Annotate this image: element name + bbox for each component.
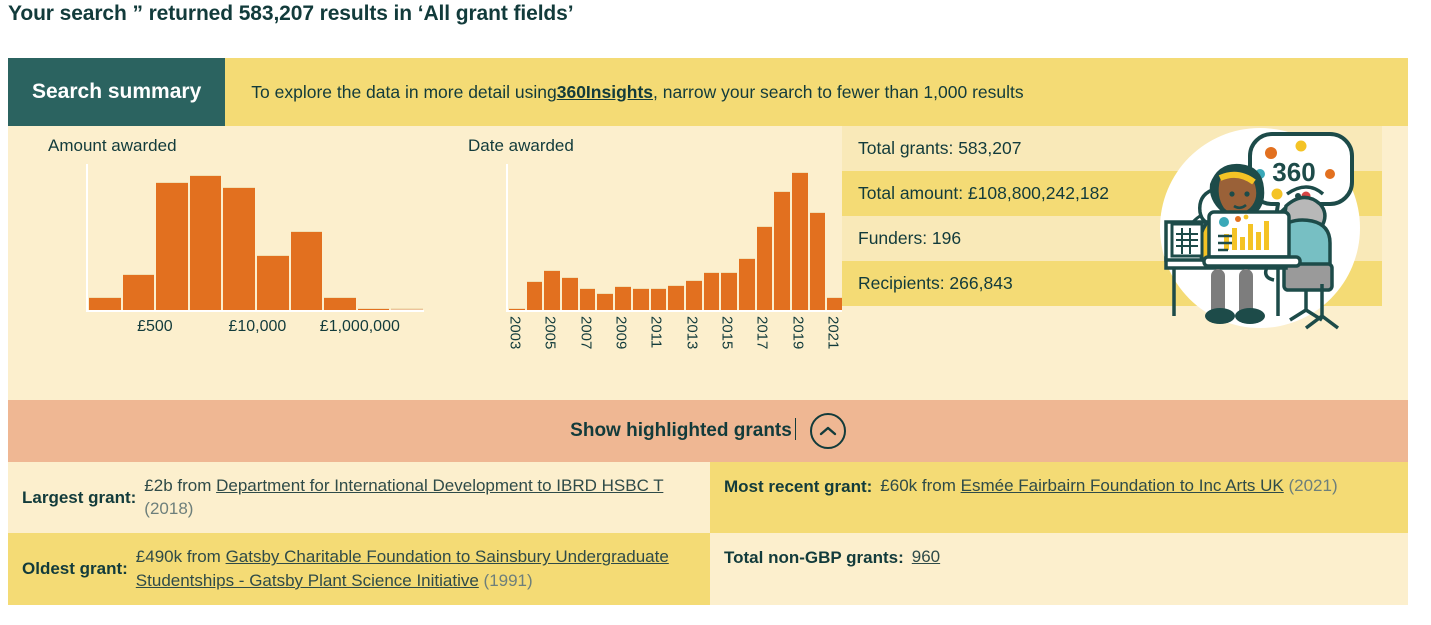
x-tick-label: 2019: [789, 316, 807, 350]
oldest-grant-label: Oldest grant:: [22, 559, 128, 579]
bar[interactable]: [668, 284, 684, 310]
most-recent-grant-cell: Most recent grant: £60k from Esmée Fairb…: [710, 462, 1408, 533]
most-recent-grant-link[interactable]: Esmée Fairbairn Foundation to Inc Arts U…: [961, 476, 1284, 495]
bar[interactable]: [774, 190, 790, 310]
chart-amount-title: Amount awarded: [48, 136, 177, 155]
chart-date-title: Date awarded: [468, 136, 574, 155]
tab-search-summary[interactable]: Search summary: [8, 58, 226, 126]
charts-row: Amount awarded £500 £10,000 £1,000,000 Dat…: [8, 126, 1408, 400]
search-summary-panel: Search summary To explore the data in mo…: [8, 58, 1408, 605]
x-tick-label: 2007: [577, 316, 595, 350]
x-tick-label: 2013: [683, 316, 701, 350]
bar[interactable]: [357, 308, 390, 310]
largest-grant-cell: Largest grant: £2b from Department for I…: [8, 462, 710, 533]
laptop-icon: [1202, 210, 1302, 268]
x-tick-label: 2017: [753, 316, 771, 350]
bar[interactable]: [827, 297, 844, 310]
most-recent-grant-label: Most recent grant:: [724, 477, 873, 496]
bar[interactable]: [544, 270, 561, 310]
oldest-grant-value: £490k from Gatsby Charitable Foundation …: [136, 545, 700, 592]
bar[interactable]: [597, 292, 614, 310]
panel-header: Search summary To explore the data in mo…: [8, 58, 1408, 126]
chart-date-plot[interactable]: [506, 164, 844, 312]
x-tick-label: £10,000: [228, 318, 287, 335]
insights-note: To explore the data in more detail using…: [225, 58, 1023, 126]
most-recent-grant-amount: £60k from: [880, 476, 961, 495]
non-gbp-grants-label: Total non-GBP grants:: [724, 547, 904, 567]
badge-360-text: 360: [1272, 157, 1315, 187]
insights-note-prefix: To explore the data in more detail using: [251, 81, 557, 102]
largest-grant-link[interactable]: Department for International Development…: [216, 476, 663, 495]
360insights-link[interactable]: 360Insights: [557, 82, 653, 103]
bar[interactable]: [324, 297, 356, 310]
largest-grant-year: (2018): [144, 499, 194, 519]
bar[interactable]: [792, 171, 808, 310]
oldest-grant-year: (1991): [478, 570, 533, 590]
non-gbp-grants-cell: Total non-GBP grants: 960: [710, 532, 1408, 605]
most-recent-grant-year: (2021): [1283, 476, 1338, 495]
stats-panel: Total grants: 583,207 Total amount: £108…: [842, 126, 1382, 400]
bar[interactable]: [650, 287, 667, 310]
largest-grant-value: £2b from Department for International De…: [144, 474, 700, 521]
bar[interactable]: [290, 230, 323, 310]
bar[interactable]: [391, 308, 423, 310]
x-tick-label: £500: [137, 318, 173, 335]
x-tick-label: 2021: [824, 316, 842, 350]
chevron-up-icon[interactable]: [809, 413, 846, 449]
bar[interactable]: [632, 287, 649, 310]
bar[interactable]: [579, 287, 596, 310]
bar[interactable]: [562, 276, 578, 310]
chart-date-awarded: Date awarded 2003 2005 2007 2009 2011 2013 201…: [428, 126, 844, 400]
bar[interactable]: [256, 254, 289, 310]
bar[interactable]: [703, 271, 720, 310]
chart-amount-awarded: Amount awarded £500 £10,000 £1,000,000: [8, 126, 428, 400]
tab-search-summary-label: Search summary: [32, 80, 202, 103]
bar[interactable]: [809, 211, 826, 310]
oldest-grant-cell: Oldest grant: £490k from Gatsby Charitab…: [8, 532, 710, 605]
bar[interactable]: [223, 186, 255, 310]
chart-amount-plot[interactable]: [86, 164, 424, 312]
non-gbp-grants-link[interactable]: 960: [912, 547, 940, 566]
insights-note-suffix: , narrow your search to fewer than 1,000…: [653, 81, 1024, 102]
bar[interactable]: [89, 297, 121, 310]
bar[interactable]: [122, 274, 155, 310]
x-tick-label: £1,000,000: [319, 318, 400, 335]
bar[interactable]: [189, 175, 222, 310]
bar[interactable]: [615, 286, 631, 310]
x-tick-label: 2009: [612, 316, 630, 350]
bar[interactable]: [509, 308, 525, 310]
x-tick-label: 2003: [506, 316, 524, 350]
most-recent-grant-value: £60k from Esmée Fairbairn Foundation to …: [880, 474, 1398, 497]
bar[interactable]: [738, 257, 755, 310]
show-highlighted-grants-label: Show highlighted grants: [570, 418, 796, 441]
bar[interactable]: [756, 225, 773, 310]
show-highlighted-grants-toggle[interactable]: Show highlighted grants: [8, 400, 1408, 462]
bar[interactable]: [721, 271, 737, 310]
bar[interactable]: [526, 281, 543, 310]
insights-illustration: 360: [1154, 126, 1366, 336]
largest-grant-label: Largest grant:: [22, 487, 137, 507]
bar[interactable]: [156, 181, 188, 310]
non-gbp-grants-value: 960: [912, 545, 1398, 568]
chart-date-xaxis-labels: 2003 2005 2007 2009 2011 2013 2015 2017 2019 2021: [506, 312, 842, 372]
bar[interactable]: [685, 279, 702, 310]
largest-grant-amount: £2b from: [144, 476, 217, 495]
chart-amount-xaxis-labels: £500 £10,000 £1,000,000: [86, 312, 422, 342]
x-tick-label: 2011: [647, 316, 665, 349]
page-title: Your search ” returned 583,207 results i…: [8, 2, 574, 25]
x-tick-label: 2015: [718, 316, 736, 350]
oldest-grant-amount: £490k from: [135, 547, 226, 567]
grants-detail-grid: Largest grant: £2b from Department for I…: [8, 462, 1408, 605]
desk-frame-icon: [1170, 222, 1204, 258]
x-tick-label: 2005: [541, 316, 559, 350]
